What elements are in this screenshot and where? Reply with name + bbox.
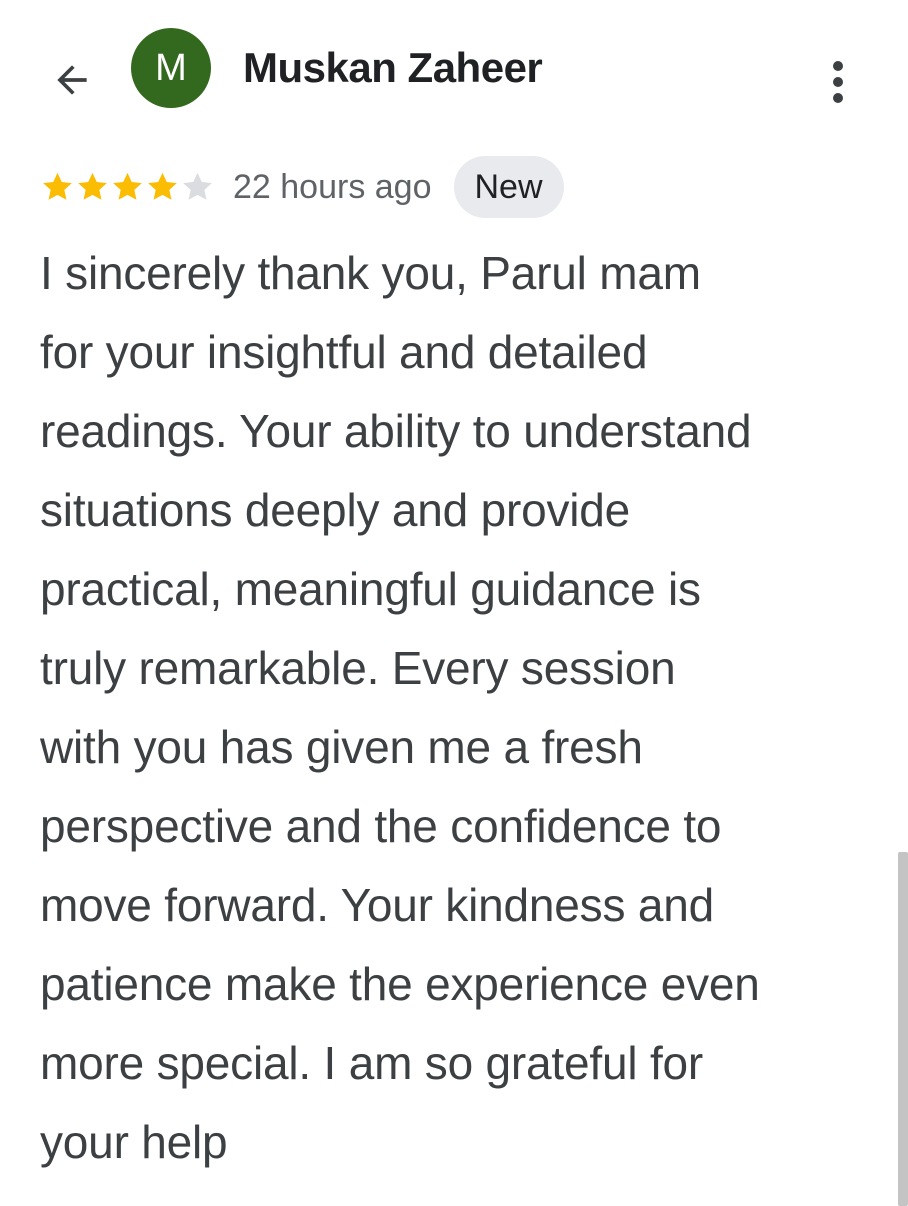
review-line: practical, meaningful guidance is (40, 563, 701, 615)
review-header: M Muskan Zaheer (0, 0, 908, 140)
star-icon (43, 172, 72, 200)
star-rating (40, 167, 215, 207)
avatar[interactable]: M (131, 28, 211, 108)
review-line: with you has given me a fresh (40, 721, 643, 773)
star-icon (148, 172, 177, 200)
star-icon (113, 172, 142, 200)
review-line: situations deeply and provide (40, 484, 631, 536)
review-line: move forward. Your kindness and (40, 879, 714, 931)
avatar-initial: M (155, 47, 187, 89)
more-options-button[interactable] (812, 56, 864, 108)
review-line: for your insightful and detailed (40, 326, 648, 378)
review-line: patience make the experience even (40, 958, 760, 1010)
new-badge: New (453, 156, 564, 218)
reviewer-name[interactable]: Muskan Zaheer (243, 44, 543, 92)
review-line: perspective and the confidence to (40, 800, 722, 852)
scrollbar[interactable] (898, 852, 908, 1206)
review-timestamp: 22 hours ago (233, 167, 432, 206)
review-line: more special. I am so grateful for (40, 1037, 704, 1089)
more-vert-icon (833, 61, 843, 103)
review-line: readings. Your ability to understand (40, 405, 752, 457)
review-meta: 22 hours ago New (40, 156, 564, 218)
review-line: I sincerely thank you, Parul mam (40, 247, 701, 299)
star-icon (78, 172, 107, 200)
review-text: I sincerely thank you, Parul mam for your… (40, 234, 870, 1182)
arrow-back-icon (57, 65, 87, 95)
star-icon (183, 172, 212, 200)
back-button[interactable] (44, 52, 100, 108)
review-line: your help (40, 1116, 228, 1168)
review-line: truly remarkable. Every session (40, 642, 676, 694)
